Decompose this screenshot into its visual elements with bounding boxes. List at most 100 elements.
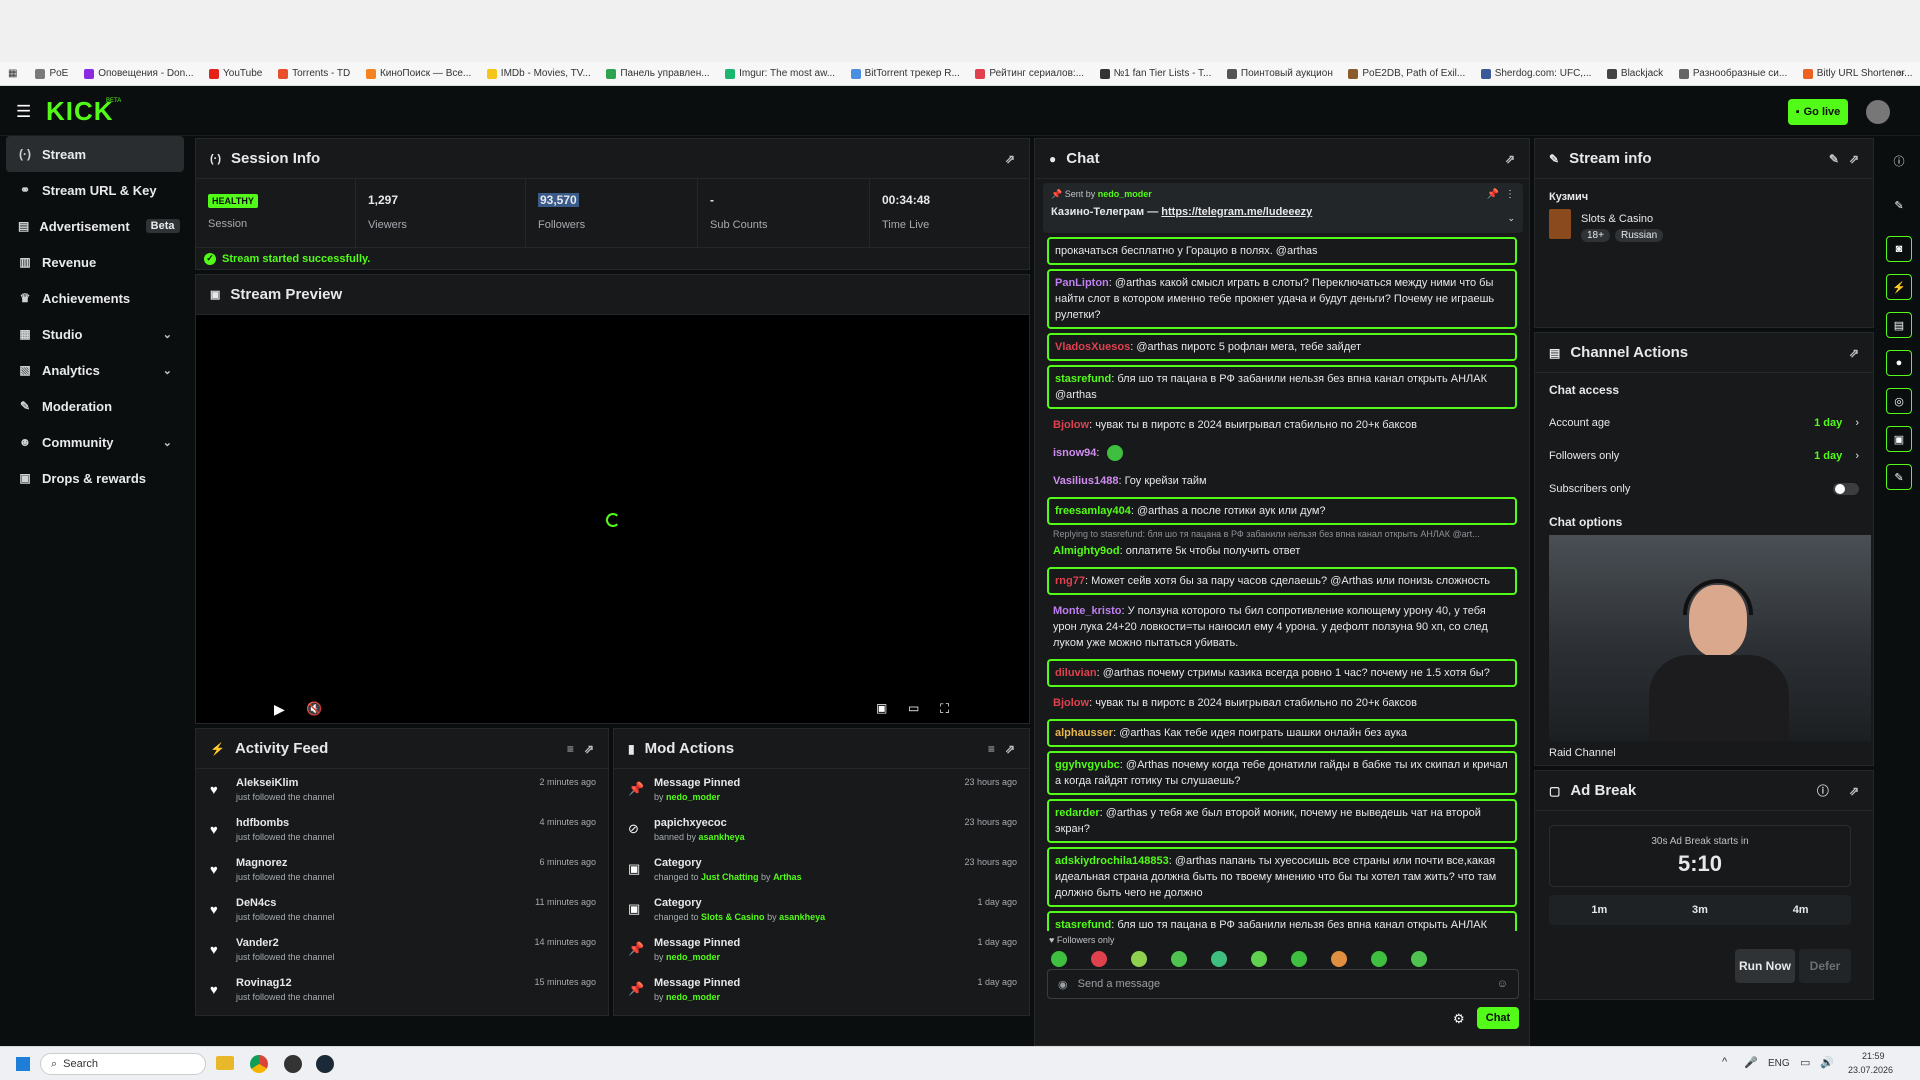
volume-icon[interactable]: 🔊 [1820,1056,1834,1069]
chat-message[interactable]: stasrefund: бля шо тя пацана в РФ забани… [1047,365,1517,409]
info-icon[interactable]: ⓘ [1886,148,1912,174]
chat-message[interactable]: Almighty9od: оплатите 5к чтобы получить … [1047,539,1517,563]
chat-send-button[interactable]: Chat [1477,1007,1519,1029]
network-icon[interactable]: ▭ [1800,1056,1810,1069]
chat-username[interactable]: VladosXuesos [1055,341,1130,353]
theater-icon[interactable]: ▭ [908,701,919,715]
chat-message[interactable]: ggyhvgyubc: @Arthas почему когда тебе до… [1047,751,1517,796]
gear-icon[interactable]: ⚙ [1453,1011,1465,1027]
wrench-icon[interactable]: ✎ [1886,464,1912,490]
popout-icon[interactable]: ⇗ [1849,784,1859,798]
filter-icon[interactable]: ≡ [988,742,995,756]
emote-icon[interactable] [1131,951,1147,967]
sidebar-item-stream[interactable]: (·) Stream [6,136,184,172]
edit-icon[interactable]: ✎ [1829,152,1839,166]
sidebar-item-stream-url-key[interactable]: ⚭ Stream URL & Key [6,172,184,208]
bookmark-item[interactable]: Панель управлен... [598,68,717,79]
chat-message[interactable]: PanLipton: @arthas какой смысл играть в … [1047,269,1517,329]
mute-icon[interactable]: 🔇 [306,701,322,717]
chat-message[interactable]: прокачаться бесплатно у Горацио в полях.… [1047,237,1517,265]
raid-channel-label[interactable]: Raid Channel [1549,747,1616,759]
bookmark-item[interactable]: Оповещения - Don... [76,68,201,79]
chat-username[interactable]: ggyhvgyubc [1055,759,1120,771]
bookmark-item[interactable]: PoE [27,68,76,79]
chat-message[interactable]: Bjolow: чувак ты в пиротс в 2024 выигрыв… [1047,413,1517,437]
sidebar-item-studio[interactable]: ▦ Studio ⌄ [6,316,184,352]
folder-icon[interactable] [216,1056,234,1070]
emoji-icon[interactable]: ☺ [1497,978,1508,990]
followers-only-row[interactable]: Followers only 1 day › [1535,439,1873,472]
chat-message[interactable]: VladosXuesos: @arthas пиротс 5 рофлан ме… [1047,333,1517,361]
chat-username[interactable]: stasrefund [1055,373,1111,385]
pinned-message[interactable]: 📌 Sent by nedo_moder Казино-Телеграм — h… [1043,183,1523,233]
chat-username[interactable]: adskiydrochila148853 [1055,855,1169,867]
channel-icon[interactable]: ▣ [1886,426,1912,452]
chat-message[interactable]: rng77: Может сейв хотя бы за пару часов … [1047,567,1517,596]
emote-icon[interactable] [1091,951,1107,967]
sidebar-item-advertisement[interactable]: ▤ Advertisement Beta [6,208,184,244]
sidebar-item-community[interactable]: ☻ Community ⌄ [6,424,184,460]
filter-icon[interactable]: ≡ [567,742,574,756]
run-now-button[interactable]: Run Now [1735,949,1795,983]
doc-icon[interactable]: ▤ [1886,312,1912,338]
bookmark-item[interactable]: Torrents - TD [270,68,358,79]
more-bookmarks-icon[interactable]: » [1898,68,1904,79]
bookmark-item[interactable]: №1 fan Tier Lists - T... [1092,68,1219,79]
apps-icon[interactable]: ▦ [8,68,17,79]
bookmark-item[interactable]: IMDb - Movies, TV... [479,68,599,79]
chat-username[interactable]: stasrefund [1055,919,1111,931]
pinned-link[interactable]: https://telegram.me/ludeeezy [1161,206,1312,218]
kick-logo[interactable]: KICK [46,96,114,127]
sidebar-item-moderation[interactable]: ✎ Moderation [6,388,184,424]
bookmark-item[interactable]: Blackjack [1599,68,1671,79]
more-icon[interactable]: ⋮ [1505,189,1515,200]
play-icon[interactable]: ▶ [274,701,285,718]
subscribers-only-toggle[interactable] [1833,482,1859,495]
bookmark-item[interactable]: Рейтинг сериалов:... [967,68,1091,79]
broadcast-icon[interactable]: ◎ [1886,388,1912,414]
camera-icon[interactable]: ◙ [1886,236,1912,262]
bookmark-item[interactable]: Imgur: The most aw... [717,68,842,79]
chat-username[interactable]: freesamlay404 [1055,505,1131,517]
taskbar-search[interactable]: ⌕ Search [40,1053,206,1075]
chat-input[interactable]: ◉ Send a message ☺ [1047,969,1519,999]
chat-username[interactable]: Bjolow [1053,697,1089,709]
chrome-icon[interactable] [250,1055,268,1073]
chat-username[interactable]: Monte_kristo [1053,605,1121,617]
sidebar-item-analytics[interactable]: ▧ Analytics ⌄ [6,352,184,388]
emote-icon[interactable] [1411,951,1427,967]
emote-icon[interactable] [1211,951,1227,967]
chat-username[interactable]: Bjolow [1053,419,1089,431]
chevron-down-icon[interactable]: ⌄ [1507,213,1515,224]
chat-message[interactable]: Bjolow: чувак ты в пиротс в 2024 выигрыв… [1047,691,1517,715]
bookmark-item[interactable]: YouTube [201,68,270,79]
bookmark-item[interactable]: PoE2DB, Path of Exil... [1340,68,1472,79]
chat-message[interactable]: Monte_kristo: У ползуна которого ты бил … [1047,599,1517,655]
info-icon[interactable]: ⓘ [1817,782,1829,799]
chevron-up-icon[interactable]: ^ [1722,1056,1727,1068]
popout-icon[interactable]: ⇗ [1849,152,1859,166]
chat-message[interactable]: diluvian: @arthas почему стримы казика в… [1047,659,1517,688]
chat-username[interactable]: Vasilius1488 [1053,475,1118,487]
duration-3m[interactable]: 3m [1692,904,1708,916]
pin-icon[interactable]: 📌 [1487,189,1499,200]
chat-message[interactable]: Vasilius1488: Гоу крейзи тайм [1047,469,1517,493]
bolt-icon[interactable]: ⚡ [1886,274,1912,300]
chat-message[interactable]: adskiydrochila148853: @arthas папань ты … [1047,847,1517,908]
chat-username[interactable]: PanLipton [1055,277,1109,289]
chat-message[interactable]: freesamlay404: @arthas а после готики ау… [1047,497,1517,526]
sidebar-item-revenue[interactable]: ▥ Revenue [6,244,184,280]
popout-icon[interactable]: ⇗ [584,742,594,756]
pip-icon[interactable]: ▣ [876,701,887,715]
emote-icon[interactable] [1051,951,1067,967]
app-icon[interactable] [284,1055,302,1073]
steam-icon[interactable] [316,1055,334,1073]
category-name[interactable]: Slots & Casino [1581,213,1653,225]
chat-username[interactable]: Almighty9od [1053,545,1120,557]
duration-4m[interactable]: 4m [1793,904,1809,916]
emote-icon[interactable] [1251,951,1267,967]
fullscreen-icon[interactable]: ⛶ [940,701,949,717]
chat-message[interactable]: stasrefund: бля шо тя пацана в РФ забани… [1047,911,1517,931]
duration-1m[interactable]: 1m [1591,904,1607,916]
chat-username[interactable]: diluvian [1055,667,1097,679]
